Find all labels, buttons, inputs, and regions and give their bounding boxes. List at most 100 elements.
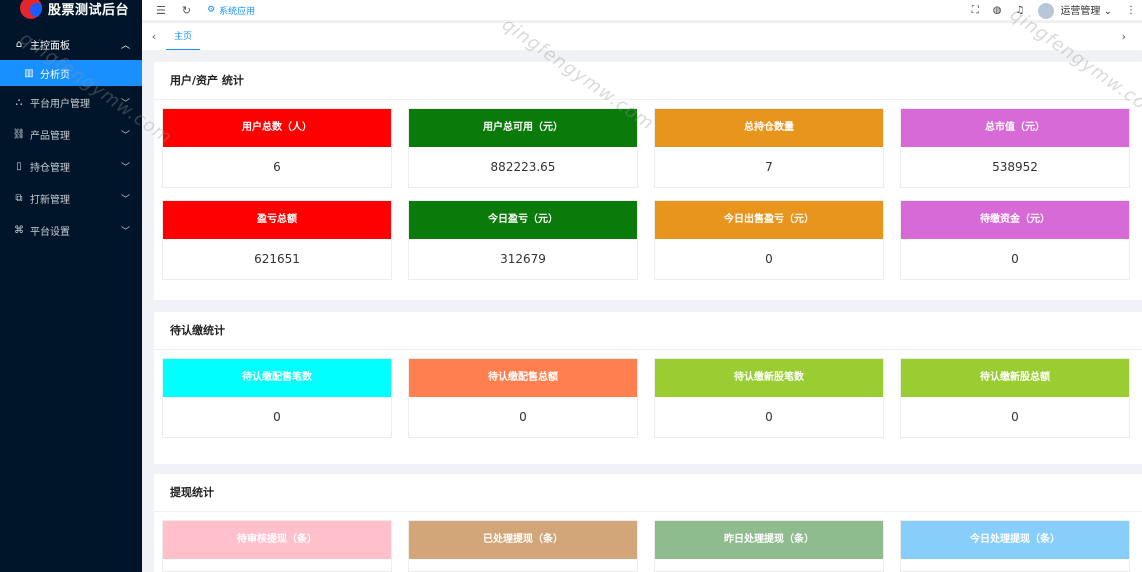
stat-card-label: 待认缴配售总额 — [409, 359, 637, 397]
chevron-down-icon: ﹀ — [120, 194, 130, 205]
chart-icon: ▥ — [24, 67, 34, 79]
logo-icon — [20, 0, 42, 19]
stat-card: 待缴资金（元） 0 — [900, 200, 1130, 280]
bell-icon[interactable]: ♫ — [1015, 5, 1024, 16]
avatar — [1038, 2, 1055, 19]
sidebar-item-settings[interactable]: ⌘ 平台设置 ﹀ — [0, 214, 142, 246]
tab-home[interactable]: 主页 — [166, 23, 201, 51]
stat-card: 昨日处理提现（条） — [654, 520, 884, 572]
chevron-down-icon: ﹀ — [120, 98, 130, 109]
link-icon: ⛓ — [12, 128, 26, 140]
sidebar-item-label: 分析页 — [40, 69, 70, 81]
stat-card-label: 待认缴配售笔数 — [163, 359, 391, 397]
stat-card: 今日出售盈亏（元） 0 — [654, 200, 884, 280]
chevron-left-icon[interactable]: ‹ — [142, 30, 166, 43]
stat-card-label: 总市值（元） — [901, 109, 1129, 147]
stat-card-label: 用户总可用（元） — [409, 109, 637, 147]
page-tabs: ‹ 主页 › — [142, 22, 1142, 51]
stat-card: 总持仓数量 7 — [654, 108, 884, 188]
section-title: 待认缴统计 — [154, 312, 1142, 350]
sidebar-item-positions[interactable]: ▯ 持仓管理 ﹀ — [0, 150, 142, 182]
home-icon: ⌂ — [15, 38, 23, 50]
stat-card-value: 0 — [273, 410, 281, 424]
stat-card-value: 0 — [519, 410, 527, 424]
stat-card: 待认缴配售笔数 0 — [162, 358, 392, 438]
withdraw-panel: 提现统计 待审核提现（条） 已处理提现（条） 昨日处理提现（条） 今日处理提现（… — [154, 474, 1142, 572]
app-logo[interactable]: 股票测试后台 — [0, 0, 142, 19]
sidebar-item-label: 主控面板 — [30, 40, 70, 52]
stat-card-label: 用户总数（人） — [163, 109, 391, 147]
sidebar-item-ipo[interactable]: ⧉ 打新管理 ﹀ — [0, 182, 142, 214]
stat-card: 待审核提现（条） — [162, 520, 392, 572]
user-asset-panel: 用户/资产 统计 用户总数（人） 6 用户总可用（元） 882223.65 总持… — [154, 62, 1142, 300]
user-name: 运营管理 — [1060, 5, 1101, 17]
sitemap-icon: ⌘ — [14, 224, 24, 236]
sidebar-item-users[interactable]: ⛬ 平台用户管理 ﹀ — [0, 86, 142, 118]
stat-card-value: 7 — [765, 160, 773, 174]
stat-card: 用户总数（人） 6 — [162, 108, 392, 188]
section-title: 提现统计 — [154, 474, 1142, 512]
stat-card-label: 已处理提现（条） — [409, 521, 637, 559]
stat-card: 今日盈亏（元） 312679 — [408, 200, 638, 280]
chevron-down-icon: ﹀ — [120, 130, 130, 141]
top-header: ☰ ↻ ⚙ 系统应用 ⛶ ◍ ♫ 运营管理 ⌄ ⋮ — [142, 0, 1142, 20]
stat-card-label: 待认缴新股笔数 — [655, 359, 883, 397]
stat-card: 待认缴新股总额 0 — [900, 358, 1130, 438]
sidebar-item-dashboard[interactable]: ⌂ 主控面板 ︿ — [0, 28, 142, 60]
file-icon: ▯ — [16, 160, 22, 172]
stat-card-value: 538952 — [992, 160, 1038, 174]
stat-card-value: 882223.65 — [490, 160, 556, 174]
stat-card-value: 0 — [1011, 252, 1019, 266]
sidebar-item-label: 打新管理 — [30, 194, 70, 206]
stat-card-label: 昨日处理提现（条） — [655, 521, 883, 559]
chevron-up-icon: ︿ — [120, 40, 130, 51]
sidebar: 股票测试后台 ⌂ 主控面板 ︿ ▥ 分析页 ⛬ 平台用户管理 ﹀ ⛓ 产品管理 … — [0, 0, 142, 572]
users-icon: ⛬ — [15, 96, 23, 108]
stat-card: 今日处理提现（条） — [900, 520, 1130, 572]
stat-card-label: 待审核提现（条） — [163, 521, 391, 559]
sidebar-item-label: 持仓管理 — [30, 162, 70, 174]
stat-card-value: 312679 — [500, 252, 546, 266]
stat-card-value: 6 — [273, 160, 281, 174]
tab-label: 系统应用 — [219, 6, 256, 17]
stat-card: 总市值（元） 538952 — [900, 108, 1130, 188]
copy-icon: ⧉ — [15, 192, 23, 204]
chevron-down-icon: ﹀ — [120, 162, 130, 173]
stat-card-value: 0 — [1011, 410, 1019, 424]
globe-icon[interactable]: ◍ — [993, 5, 1002, 16]
more-icon[interactable]: ⋮ — [1126, 5, 1136, 16]
stat-card-value: 0 — [765, 252, 773, 266]
section-title: 用户/资产 统计 — [154, 62, 1142, 100]
sidebar-item-label: 产品管理 — [30, 130, 70, 142]
stat-card-label: 今日出售盈亏（元） — [655, 201, 883, 239]
sidebar-item-products[interactable]: ⛓ 产品管理 ﹀ — [0, 118, 142, 150]
stat-card: 用户总可用（元） 882223.65 — [408, 108, 638, 188]
stat-card-label: 今日盈亏（元） — [409, 201, 637, 239]
sidebar-item-label: 平台用户管理 — [30, 98, 90, 110]
chevron-right-icon[interactable]: › — [1122, 30, 1126, 43]
stat-card-label: 今日处理提现（条） — [901, 521, 1129, 559]
chevron-down-icon: ﹀ — [120, 226, 130, 237]
header-actions: ⛶ ◍ ♫ 运营管理 ⌄ ⋮ — [972, 0, 1136, 20]
stat-card-label: 待认缴新股总额 — [901, 359, 1129, 397]
stat-card: 待认缴新股笔数 0 — [654, 358, 884, 438]
stat-card-label: 总持仓数量 — [655, 109, 883, 147]
stat-card-label: 盈亏总额 — [163, 201, 391, 239]
app-title: 股票测试后台 — [48, 2, 130, 18]
stat-card-value: 0 — [765, 410, 773, 424]
refresh-icon[interactable]: ↻ — [182, 4, 191, 17]
main-content: 用户/资产 统计 用户总数（人） 6 用户总可用（元） 882223.65 总持… — [142, 50, 1142, 572]
stat-card: 已处理提现（条） — [408, 520, 638, 572]
sidebar-item-label: 平台设置 — [30, 226, 70, 238]
stat-card-value: 621651 — [254, 252, 300, 266]
tab-system-apps[interactable]: ⚙ 系统应用 — [207, 4, 255, 17]
stat-card: 待认缴配售总额 0 — [408, 358, 638, 438]
user-menu[interactable]: 运营管理 ⌄ — [1038, 2, 1112, 19]
stat-card: 盈亏总额 621651 — [162, 200, 392, 280]
sidebar-item-analysis[interactable]: ▥ 分析页 — [0, 60, 142, 86]
gear-icon: ⚙ — [207, 5, 216, 15]
menu-fold-icon[interactable]: ☰ — [156, 4, 166, 17]
fullscreen-icon[interactable]: ⛶ — [972, 5, 979, 16]
stat-card-label: 待缴资金（元） — [901, 201, 1129, 239]
subscription-panel: 待认缴统计 待认缴配售笔数 0 待认缴配售总额 0 待认缴新股笔数 0 待认缴新… — [154, 312, 1142, 464]
